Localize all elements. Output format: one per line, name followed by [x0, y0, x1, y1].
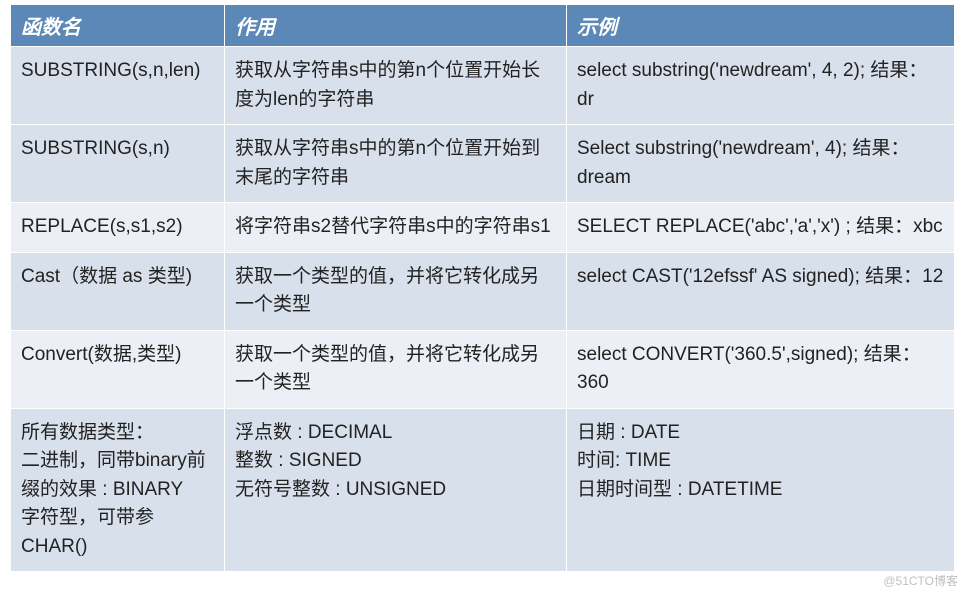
cell-name: REPLACE(s,s1,s2) [11, 203, 225, 253]
table-row: SUBSTRING(s,n,len) 获取从字符串s中的第n个位置开始长度为le… [11, 47, 955, 125]
header-example: 示例 [567, 5, 955, 47]
cell-desc: 获取一个类型的值，并将它转化成另一个类型 [225, 330, 567, 408]
watermark-text: @51CTO博客 [883, 572, 958, 589]
header-desc: 作用 [225, 5, 567, 47]
cell-example: select CAST('12efssf' AS signed); 结果：12 [567, 252, 955, 330]
table-row: 所有数据类型：二进制，同带binary前缀的效果 : BINARY 字符型，可带… [11, 408, 955, 572]
cell-example: SELECT REPLACE('abc','a','x') ; 结果：xbc [567, 203, 955, 253]
cell-example: select CONVERT('360.5',signed); 结果：360 [567, 330, 955, 408]
cell-desc: 获取从字符串s中的第n个位置开始到末尾的字符串 [225, 125, 567, 203]
cell-name: Cast（数据 as 类型) [11, 252, 225, 330]
cell-example: Select substring('newdream', 4); 结果：drea… [567, 125, 955, 203]
function-reference-table: 函数名 作用 示例 SUBSTRING(s,n,len) 获取从字符串s中的第n… [10, 4, 955, 572]
table-row: Convert(数据,类型) 获取一个类型的值，并将它转化成另一个类型 sele… [11, 330, 955, 408]
table-row: REPLACE(s,s1,s2) 将字符串s2替代字符串s中的字符串s1 SEL… [11, 203, 955, 253]
cell-name: SUBSTRING(s,n) [11, 125, 225, 203]
cell-desc: 获取从字符串s中的第n个位置开始长度为len的字符串 [225, 47, 567, 125]
table-header-row: 函数名 作用 示例 [11, 5, 955, 47]
cell-desc: 浮点数 : DECIMAL整数 : SIGNED无符号整数 : UNSIGNED [225, 408, 567, 572]
cell-desc: 将字符串s2替代字符串s中的字符串s1 [225, 203, 567, 253]
cell-desc: 获取一个类型的值，并将它转化成另一个类型 [225, 252, 567, 330]
table-row: SUBSTRING(s,n) 获取从字符串s中的第n个位置开始到末尾的字符串 S… [11, 125, 955, 203]
table-row: Cast（数据 as 类型) 获取一个类型的值，并将它转化成另一个类型 sele… [11, 252, 955, 330]
cell-name: 所有数据类型：二进制，同带binary前缀的效果 : BINARY 字符型，可带… [11, 408, 225, 572]
cell-name: SUBSTRING(s,n,len) [11, 47, 225, 125]
cell-name: Convert(数据,类型) [11, 330, 225, 408]
cell-example: select substring('newdream', 4, 2); 结果：d… [567, 47, 955, 125]
cell-example: 日期 : DATE时间: TIME日期时间型 : DATETIME [567, 408, 955, 572]
header-name: 函数名 [11, 5, 225, 47]
